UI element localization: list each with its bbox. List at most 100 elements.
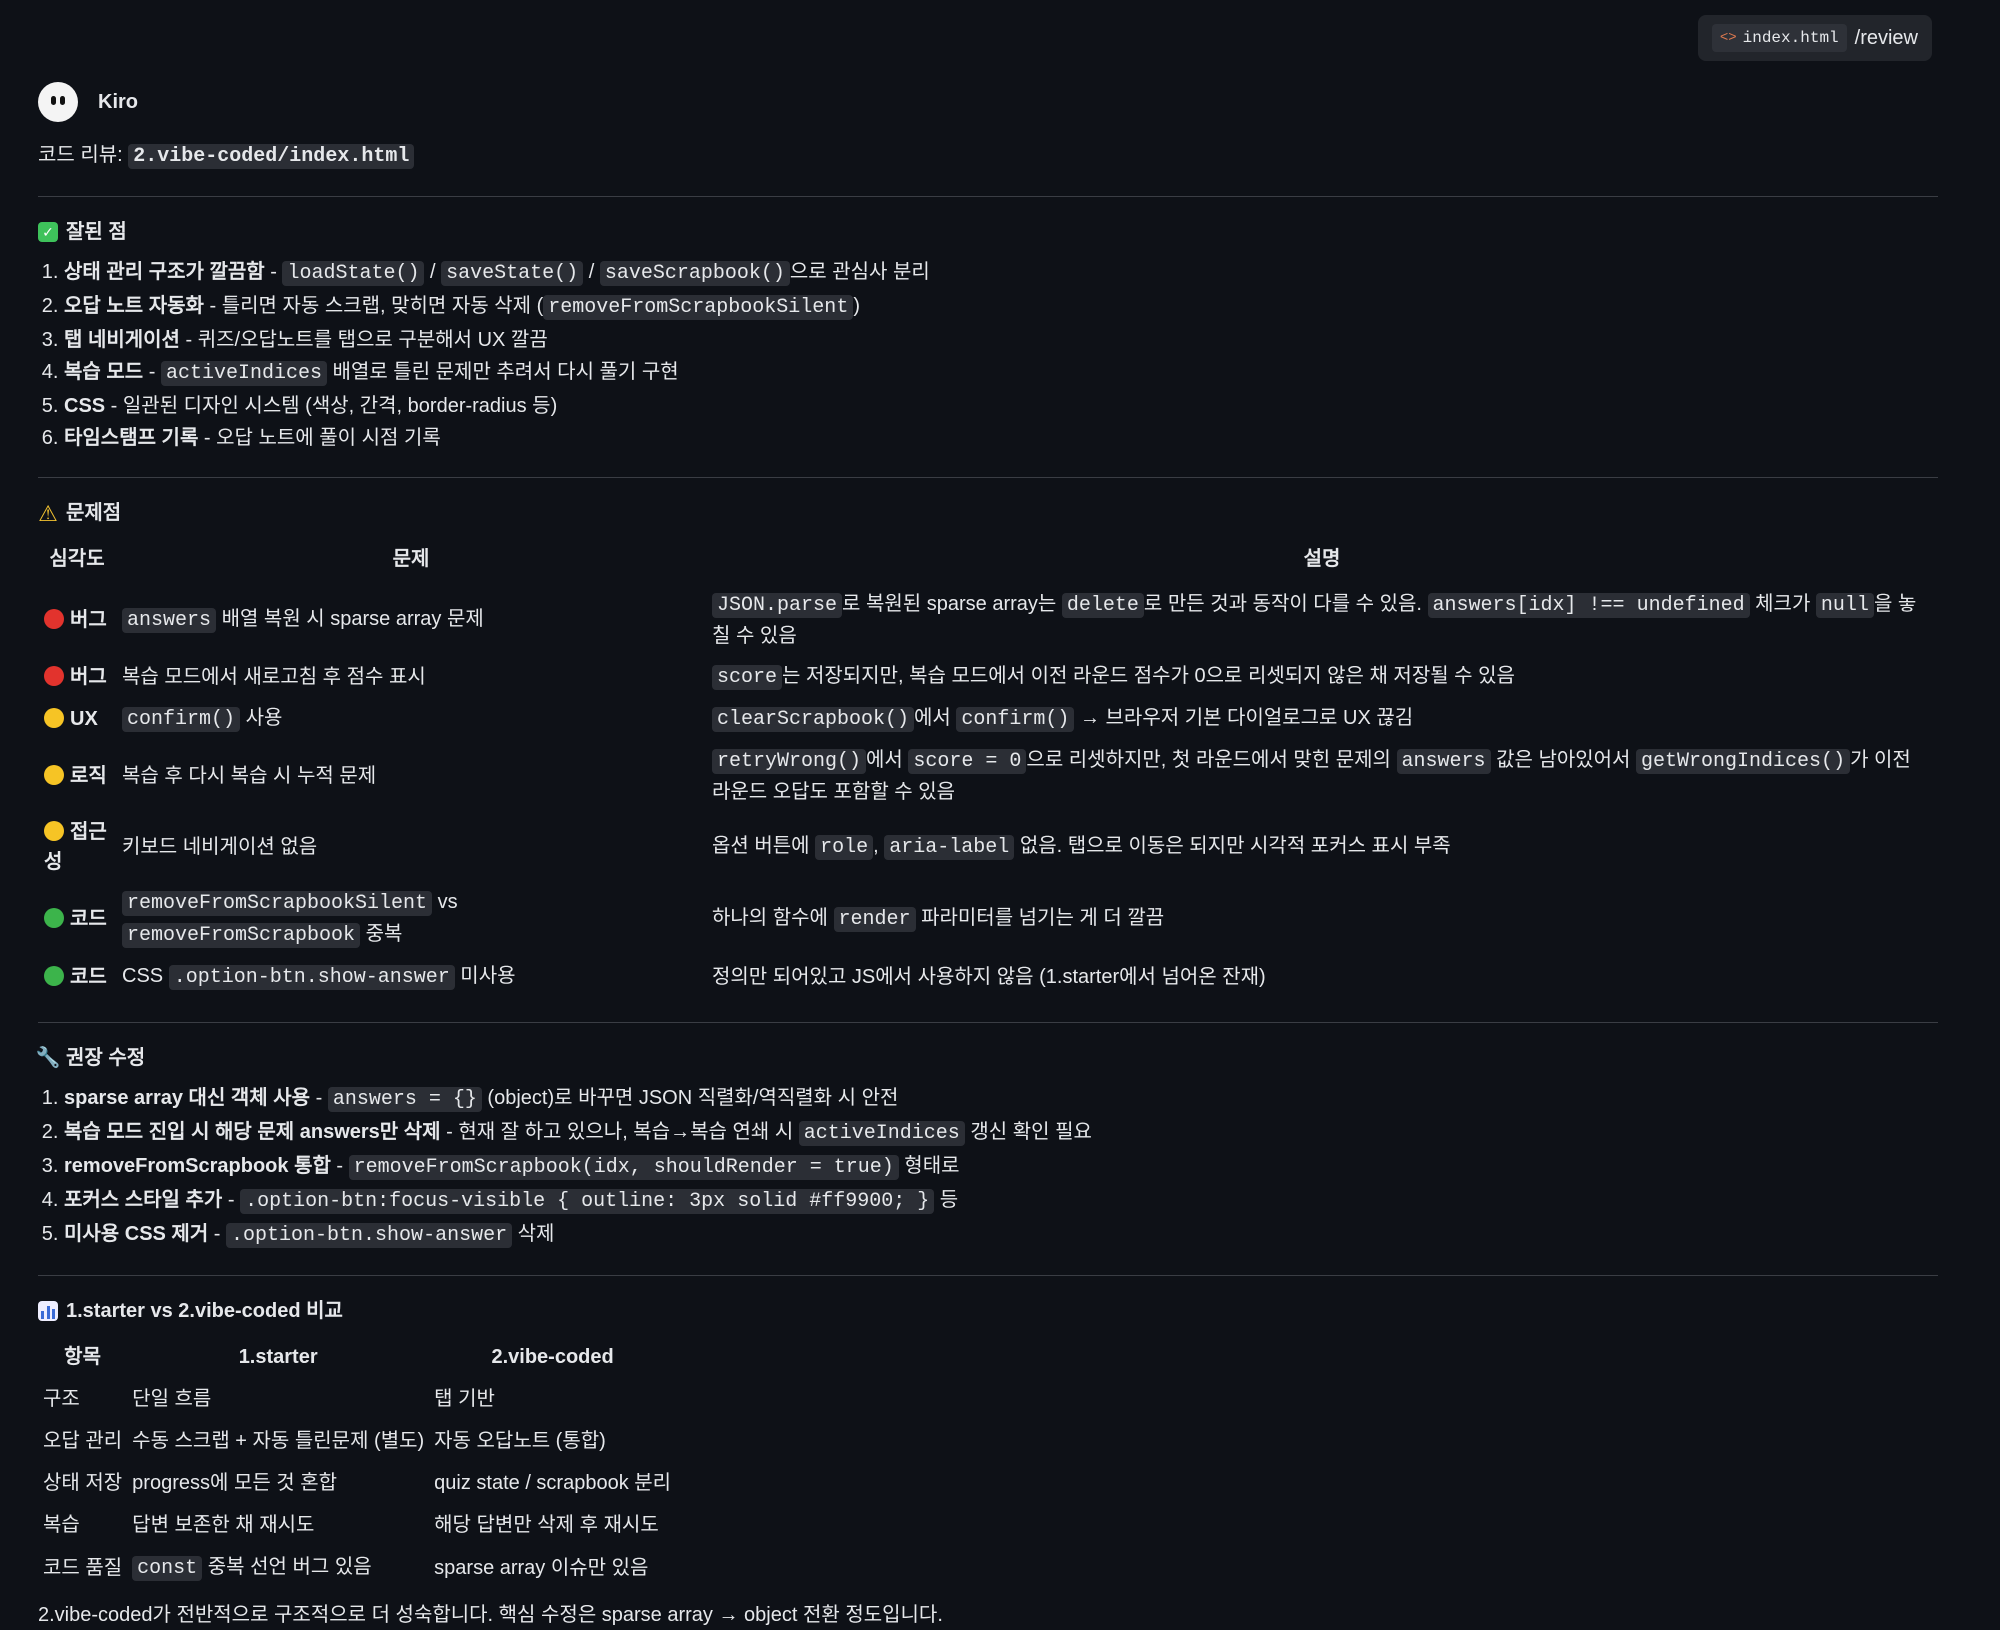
good-list: 상태 관리 구조가 깔끔함 - loadState() / saveState(… bbox=[38, 257, 1938, 453]
text: 퀴즈/오답노트를 탭으로 구분해서 UX 깔끔 bbox=[197, 329, 548, 351]
item-cell: 오답 관리 bbox=[43, 1430, 123, 1452]
warning-icon: ⚠ bbox=[38, 500, 58, 526]
starter-cell: const 중복 선언 버그 있음 bbox=[127, 1546, 429, 1590]
inline-code: getWrongIndices() bbox=[1636, 749, 1851, 774]
problem-cell: 키보드 네비게이션 없음 bbox=[116, 812, 706, 882]
wrench-icon: 🔧 bbox=[35, 1047, 61, 1069]
list-item: 복습 모드 - activeIndices 배열로 틀린 문제만 추려서 다시 … bbox=[64, 357, 1938, 389]
divider bbox=[38, 477, 1938, 478]
description-cell: JSON.parse 로 복원된 sparse array는 delete 로 만든… bbox=[706, 584, 1938, 656]
item-title: 복습 모드 진입 시 해당 문제 answers만 삭제 bbox=[64, 1121, 441, 1143]
inline-code: answers bbox=[1396, 749, 1491, 774]
agent-name: Kiro bbox=[98, 91, 138, 113]
review-title-prefix: 코드 리뷰: bbox=[38, 144, 129, 166]
problem-cell: 복습 모드에서 새로고침 후 점수 표시 bbox=[116, 656, 706, 698]
inline-code: null bbox=[1815, 593, 1874, 618]
green-circle-icon bbox=[44, 908, 64, 928]
column-header: 2.vibe-coded bbox=[491, 1346, 614, 1368]
problem-cell: CSS .option-btn.show-answer 미사용 bbox=[116, 956, 706, 998]
inline-code: delete bbox=[1061, 593, 1144, 618]
severity-label: 코드 bbox=[70, 966, 107, 988]
review-title: 코드 리뷰: 2.vibe-coded/index.html bbox=[38, 140, 1938, 172]
table-row: 구조 단일 흐름 탭 기반 bbox=[38, 1378, 676, 1420]
starter-cell: progress에 모든 것 혼합 bbox=[132, 1472, 338, 1494]
comparison-table: 항목 1.starter 2.vibe-coded 구조 단일 흐름 탭 기반 오답… bbox=[38, 1336, 676, 1590]
severity-label: 코드 bbox=[70, 908, 107, 930]
compare-heading-label: 1.starter vs 2.vibe-coded 비교 bbox=[66, 1300, 343, 1322]
file-chip[interactable]: <> index.html bbox=[1711, 24, 1847, 52]
text: vs bbox=[432, 891, 458, 913]
description-cell: 정의만 되어있고 JS에서 사용하지 않음 (1.starter에서 넘어온 잔… bbox=[706, 956, 1938, 998]
starter-cell: 단일 흐름 bbox=[132, 1388, 212, 1410]
severity-cell: 접근성 bbox=[38, 812, 116, 882]
inline-code: removeFromScrapbookSilent bbox=[122, 891, 433, 916]
severity-cell: 코드 bbox=[38, 882, 116, 956]
vibe-cell: 탭 기반 bbox=[434, 1388, 495, 1410]
text: 복습 후 다시 복습 시 누적 문제 bbox=[122, 765, 377, 787]
table-row: 코드 품질 const 중복 선언 버그 있음 sparse array 이슈만 있… bbox=[38, 1546, 676, 1590]
inline-code: clearScrapbook() bbox=[712, 707, 915, 732]
file-chip-label: index.html bbox=[1742, 29, 1839, 47]
fixes-list: sparse array 대신 객체 사용 - answers = {} (ob… bbox=[38, 1083, 1938, 1251]
text: 으로 관심사 분리 bbox=[789, 261, 930, 283]
text: ) bbox=[853, 295, 860, 317]
problem-cell: answers 배열 복원 시 sparse array 문제 bbox=[116, 584, 706, 656]
description-cell: clearScrapbook() 에서 confirm() → 브라우저 기본 다… bbox=[706, 698, 1938, 740]
list-item: 오답 노트 자동화 - 틀리면 자동 스크랩, 맞히면 자동 삭제 (remov… bbox=[64, 291, 1938, 323]
table-row: 코드 CSS .option-btn.show-answer 미사용 정의만 되… bbox=[38, 956, 1938, 998]
text: (object)로 바꾸면 JSON 직렬화/역직렬화 시 안전 bbox=[481, 1087, 899, 1109]
column-header: 문제 bbox=[392, 548, 430, 570]
inline-code: role bbox=[815, 835, 874, 860]
column-header: 설명 bbox=[1303, 548, 1341, 570]
list-item: 상태 관리 구조가 깔끔함 - loadState() / saveState(… bbox=[64, 257, 1938, 289]
text: 중복 선언 버그 있음 bbox=[202, 1556, 372, 1578]
table-header-row: 항목 1.starter 2.vibe-coded bbox=[38, 1336, 676, 1378]
code-file-icon: <> bbox=[1719, 29, 1737, 46]
text: 는 저장되지만, 복습 모드에서 이전 라운드 점수가 0으로 리셋되지 않은 … bbox=[782, 665, 1515, 687]
sep: - bbox=[208, 1223, 227, 1245]
summary-text: 2.vibe-coded가 전반적으로 구조적으로 더 성숙합니다. 핵심 수정… bbox=[38, 1604, 943, 1626]
severity-cell: UX bbox=[38, 698, 116, 740]
text: 갱신 확인 필요 bbox=[964, 1121, 1092, 1143]
vibe-cell: sparse array 이슈만 있음 bbox=[434, 1557, 649, 1579]
text: 값은 남아있어서 bbox=[1490, 749, 1637, 771]
text: 현재 잘 하고 있으나, 복습→복습 연쇄 시 bbox=[458, 1121, 799, 1143]
table-row: 로직 복습 후 다시 복습 시 누적 문제 retryWrong() 에서 sco… bbox=[38, 740, 1938, 812]
vibe-cell: quiz state / scrapbook 분리 bbox=[434, 1472, 672, 1494]
text: CSS bbox=[122, 965, 169, 987]
problem-cell: 복습 후 다시 복습 시 누적 문제 bbox=[116, 740, 706, 812]
issues-section-heading: ⚠ 문제점 bbox=[38, 498, 1938, 528]
sep: - bbox=[198, 427, 217, 449]
text: 오답 노트에 풀이 시점 기록 bbox=[216, 427, 441, 449]
text: 파라미터를 넘기는 게 더 깔끔 bbox=[915, 907, 1165, 929]
description-cell: retryWrong() 에서 score = 0 으로 리셋하지만, 첫 라운드에… bbox=[706, 740, 1938, 812]
sep: - bbox=[222, 1189, 241, 1211]
list-item: CSS - 일관된 디자인 시스템 (색상, 간격, border-radius… bbox=[64, 391, 1938, 421]
text: 복습 모드에서 새로고침 후 점수 표시 bbox=[122, 666, 426, 688]
issues-table: 심각도 문제 설명 버그 answers 배열 복원 시 sparse arra… bbox=[38, 538, 1938, 998]
item-cell: 코드 품질 bbox=[43, 1557, 123, 1579]
item-title: CSS bbox=[64, 395, 106, 417]
starter-cell: 수동 스크랩 + 자동 틀린문제 (별도) bbox=[132, 1430, 425, 1452]
inline-code: saveState() bbox=[441, 261, 584, 286]
inline-code: removeFromScrapbookSilent bbox=[543, 295, 854, 320]
context-chip[interactable]: <> index.html /review bbox=[1697, 15, 1932, 61]
inline-code: answers = {} bbox=[327, 1087, 482, 1112]
inline-code: JSON.parse bbox=[712, 593, 843, 618]
text: 키보드 네비게이션 없음 bbox=[122, 836, 318, 858]
severity-cell: 버그 bbox=[38, 656, 116, 698]
inline-code: render bbox=[833, 907, 916, 932]
red-circle-icon bbox=[44, 609, 64, 629]
table-row: 버그 answers 배열 복원 시 sparse array 문제 JSON.… bbox=[38, 584, 1938, 656]
item-title: 포커스 스타일 추가 bbox=[64, 1189, 223, 1211]
inline-code: .option-btn.show-answer bbox=[168, 965, 455, 990]
severity-label: 로직 bbox=[70, 765, 107, 787]
column-header: 항목 bbox=[64, 1346, 101, 1368]
table-row: 상태 저장 progress에 모든 것 혼합 quiz state / scrap… bbox=[38, 1462, 676, 1504]
inline-code: removeFromScrapbook(idx, shouldRender = … bbox=[348, 1155, 899, 1180]
severity-label: UX bbox=[70, 708, 98, 730]
inline-code: activeIndices bbox=[160, 361, 327, 386]
table-row: 접근성 키보드 네비게이션 없음 옵션 버튼에 role, aria-label… bbox=[38, 812, 1938, 882]
text: 정의만 되어있고 JS에서 사용하지 않음 (1.starter에서 넘어온 잔… bbox=[712, 966, 1266, 988]
description-cell: 옵션 버튼에 role, aria-label 없음. 탭으로 이동은 되지만 … bbox=[706, 812, 1938, 882]
